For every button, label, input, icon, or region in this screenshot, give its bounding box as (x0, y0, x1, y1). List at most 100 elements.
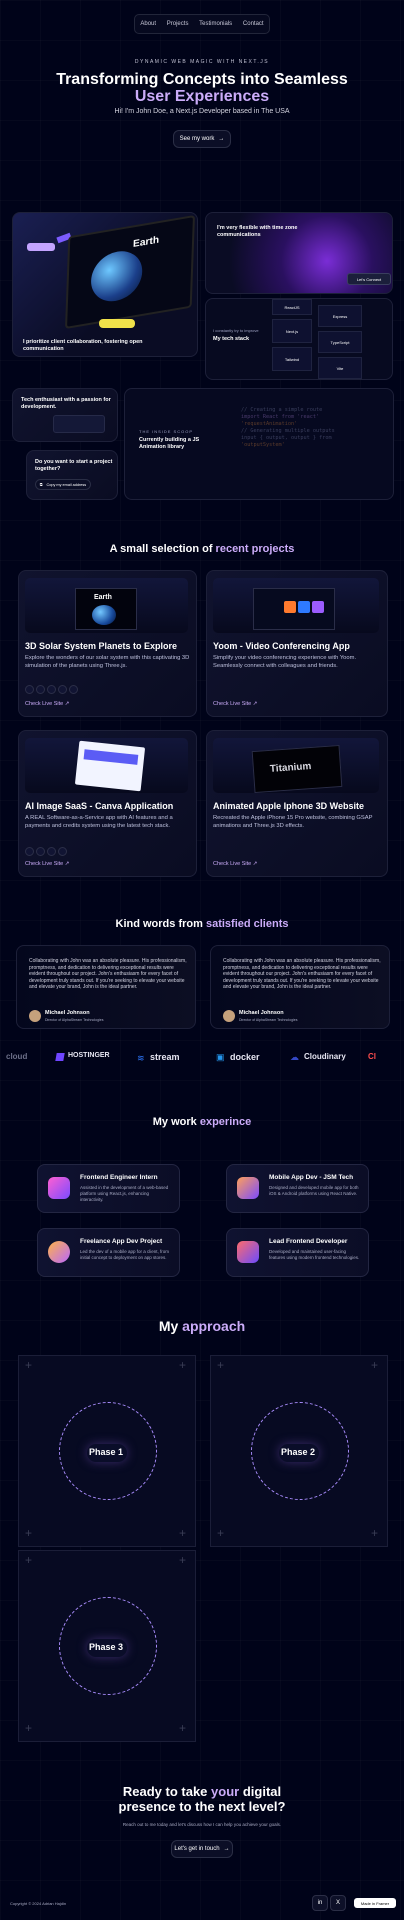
linkedin-icon[interactable]: in (312, 1895, 328, 1911)
testimonial-role: Director of AlphaStream Technologies (239, 1018, 298, 1022)
avatar (223, 1010, 235, 1022)
experience-icon (48, 1177, 70, 1199)
testimonial-role: Director of AlphaStream Technologies (45, 1018, 104, 1022)
nav-item-projects[interactable]: Projects (167, 21, 189, 27)
experience-title: My work experince (0, 1116, 404, 1128)
plus-icon: + (25, 1721, 33, 1735)
earth-globe (90, 247, 144, 306)
arrow-right-icon: → (218, 136, 225, 142)
experience-icon (48, 1241, 70, 1263)
project-card[interactable]: Yoom - Video Conferencing App Simplify y… (206, 570, 388, 717)
bento-card-collaboration: Earth I prioritize client collaboration,… (12, 212, 198, 357)
check-live-site-link[interactable]: Check Live Site ↗ (25, 861, 69, 867)
project-card[interactable]: Earth 3D Solar System Planets to Explore… (18, 570, 197, 717)
made-in-framer-badge[interactable]: Made in Framer (354, 1898, 396, 1908)
bento-card-start-project: Do you want to start a project together?… (26, 450, 118, 500)
hero-subtitle: Hi! I'm John Doe, a Next.js Developer ba… (114, 108, 290, 115)
card3-eyebrow: I constantly try to improve (213, 328, 259, 333)
experience-icon (237, 1177, 259, 1199)
threejs-icon (58, 685, 67, 694)
react-icon (25, 685, 34, 694)
testimonials-title-pre: Kind words from (115, 918, 203, 930)
plus-icon: + (25, 1358, 33, 1372)
project-title: Yoom - Video Conferencing App (213, 641, 350, 651)
project-thumb: Titanium (213, 738, 379, 794)
see-my-work-label: See my work (179, 136, 215, 142)
approach-title-pre: My (158, 1318, 179, 1334)
hero-title-line1: Transforming Concepts into Seamless (56, 71, 348, 88)
get-in-touch-label: Let's get in touch (174, 1846, 220, 1852)
check-live-site-link[interactable]: Check Live Site ↗ (25, 701, 69, 707)
testimonial-quote: Collaborating with John was an absolute … (29, 958, 187, 990)
phase-label: Phase 1 (89, 1447, 124, 1457)
bento-card-timezone: I'm very flexible with time zone communi… (205, 212, 393, 294)
plus-icon: + (371, 1358, 379, 1372)
logo-hostinger: HOSTINGER (68, 1052, 110, 1059)
project-desc: A REAL Software-as-a-Service app with AI… (25, 815, 173, 829)
experience-card-title: Freelance App Dev Project (80, 1238, 163, 1245)
stack-right-column: Express TypeScript Vite (318, 299, 362, 379)
projects-title-pre: A small selection of (109, 543, 213, 555)
phase-card[interactable]: + + + + Phase 3 (18, 1550, 196, 1742)
project-screen-word: Earth (94, 594, 112, 601)
plus-icon: + (179, 1721, 187, 1735)
approach-title: My approach (0, 1318, 404, 1334)
experience-card: Freelance App Dev Project Led the dev of… (37, 1228, 180, 1277)
stack-chip: Express (318, 305, 362, 327)
link-label: Check Live Site (25, 701, 64, 707)
stack-chip: Tailwind (272, 347, 312, 371)
experience-card: Frontend Engineer Intern Assisted in the… (37, 1164, 180, 1213)
project-screen: Earth (75, 588, 137, 630)
check-live-site-link[interactable]: Check Live Site ↗ (213, 861, 257, 867)
top-nav: About Projects Testimonials Contact (134, 14, 270, 34)
link-label: Check Live Site (25, 861, 64, 867)
footer-subtitle: Reach out to me today and let's discuss … (122, 1822, 282, 1827)
saas-banner (83, 749, 139, 765)
app-tile (312, 601, 324, 613)
logo-cut: Cl (368, 1052, 376, 1061)
project-screen (74, 740, 146, 792)
plus-icon: + (371, 1526, 379, 1540)
get-in-touch-button[interactable]: Let's get in touch → (171, 1840, 233, 1858)
check-live-site-link[interactable]: Check Live Site ↗ (213, 701, 257, 707)
plus-icon: + (25, 1553, 33, 1567)
hostinger-icon (55, 1053, 65, 1061)
experience-card: Lead Frontend Developer Developed and ma… (226, 1228, 369, 1277)
phase-card[interactable]: + + + + Phase 1 (18, 1355, 196, 1547)
stack-chip: Next.js (272, 319, 312, 343)
see-my-work-button[interactable]: See my work → (173, 130, 231, 148)
copy-email-label: Copy my email address (46, 482, 87, 487)
social-label: in (317, 1900, 323, 1906)
card6-text: Do you want to start a project together? (35, 459, 113, 472)
footer-title-accent: your (211, 1784, 240, 1799)
earth-globe (92, 605, 116, 625)
copy-email-button[interactable]: ⧉ Copy my email address (35, 479, 91, 490)
bento-card-enthusiast: Tech enthusiast with a passion for devel… (12, 388, 118, 442)
project-thumb (213, 578, 379, 633)
nav-item-about[interactable]: About (140, 21, 156, 27)
phase-label: Phase 2 (281, 1447, 316, 1457)
connect-badge-label: Let's Connect (356, 276, 382, 282)
hero-title-line2: User Experiences (134, 88, 270, 105)
nav-item-testimonials[interactable]: Testimonials (199, 21, 232, 27)
card3-text: My tech stack (213, 336, 250, 342)
project-screen-word: Titanium (269, 761, 312, 775)
experience-card-title: Frontend Engineer Intern (80, 1174, 158, 1181)
x-icon[interactable]: X (330, 1895, 346, 1911)
code-line: 'outputSystem' (241, 442, 285, 448)
tech-icon (36, 847, 45, 856)
project-card[interactable]: Titanium Animated Apple Iphone 3D Websit… (206, 730, 388, 877)
project-desc: Recreated the Apple iPhone 15 Pro websit… (213, 815, 373, 829)
connect-badge[interactable]: Let's Connect (347, 273, 391, 285)
nav-item-contact[interactable]: Contact (243, 21, 264, 27)
experience-card-title: Mobile App Dev - JSM Tech (269, 1174, 354, 1181)
code-line: 'requestAnimation' (241, 421, 298, 427)
plus-icon: + (217, 1526, 225, 1540)
logo-strip: cloud HOSTINGER ≋ stream ▣ docker ☁ Clou… (0, 1051, 404, 1065)
footer-title: Ready to take your digital presence to t… (0, 1784, 404, 1814)
logo-docker: docker (230, 1052, 260, 1062)
project-card[interactable]: AI Image SaaS - Canva Application A REAL… (18, 730, 197, 877)
phase-card[interactable]: + + + + Phase 2 (210, 1355, 388, 1547)
bento-card-tech-stack: I constantly try to improve My tech stac… (205, 298, 393, 380)
experience-card-desc: Designed and developed mobile app for bo… (269, 1185, 359, 1196)
